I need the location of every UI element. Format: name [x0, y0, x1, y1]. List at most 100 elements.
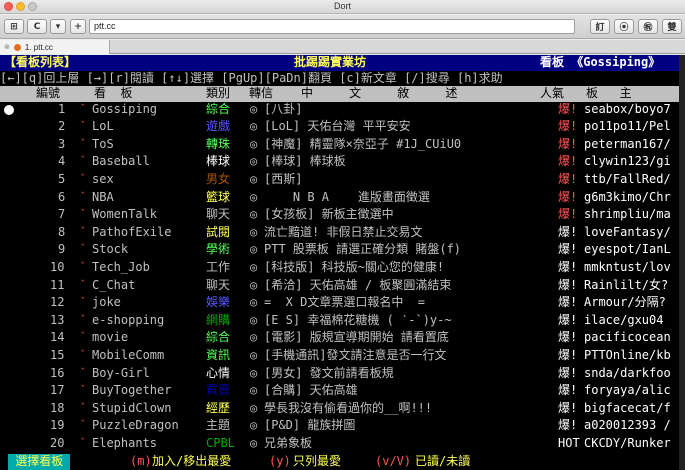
- unread-mark-icon: ˇ: [80, 279, 86, 290]
- board-row[interactable]: 9 ˇ Stock 學術 ◎ PTT 股票板 請選正確分類 賭盤(f) 爆! eyespot/…: [0, 242, 685, 258]
- address-input[interactable]: ptt.cc: [89, 19, 575, 34]
- board-row[interactable]: 7 ˇ WomenTalk 聊天 ◎ [女孩板] 新板主徵選中 爆! shrimpliu/ma: [0, 207, 685, 223]
- unread-mark-icon: ˇ: [80, 297, 86, 308]
- unread-mark-icon: ˇ: [80, 437, 86, 448]
- board-name: movie: [92, 330, 129, 345]
- board-description: N B A 進版畫面徵選: [264, 189, 430, 204]
- board-popularity: 爆!: [558, 136, 578, 151]
- board-popularity: 爆!: [558, 224, 578, 239]
- board-row[interactable]: 1 ˇ Gossiping 綜合 ◎ [八卦] 爆! seabox/boyo7: [0, 102, 685, 118]
- board-row[interactable]: 18 ˇ StupidClown 經歷 ◎ 學長我沒有偷看過你的__啊!!! 爆! bigfa…: [0, 401, 685, 417]
- board-row[interactable]: 11 ˇ C_Chat 聊天 ◎ [希洽] 天佑高雄 / 板聚圓滿結束 爆! Rainlilt…: [0, 278, 685, 294]
- board-popularity: 爆!: [558, 383, 578, 398]
- double-byte-icon[interactable]: 雙: [662, 19, 682, 34]
- board-row[interactable]: 6 ˇ NBA 籃球 ◎ N B A 進版畫面徵選 爆! g6m3kimo/Chr: [0, 190, 685, 206]
- board-description: [LoL] 天佑台灣 平平安安: [264, 119, 411, 134]
- board-row[interactable]: 10 ˇ Tech_Job 工作 ◎ [科技版] 科技版~關心您的健康! 爆! mmkntus…: [0, 260, 685, 276]
- board-moderator: a020012393 /: [584, 418, 671, 433]
- board-category: 資訊: [206, 347, 231, 362]
- col-description: 中 文 敘 述: [301, 86, 458, 100]
- col-board: 看 板: [94, 86, 133, 100]
- transfer-status-icon: ◎: [250, 418, 258, 433]
- board-number: 7: [58, 207, 66, 222]
- tab-close-icon[interactable]: ⊗: [4, 43, 10, 51]
- board-name: Boy-Girl: [92, 365, 150, 380]
- tab-ptt[interactable]: ⊗ 1. ptt.cc: [0, 40, 110, 54]
- board-popularity: 爆!: [558, 154, 578, 169]
- connect-icon[interactable]: ⊞: [4, 19, 24, 34]
- board-number: 18: [50, 400, 65, 415]
- board-row[interactable]: 8 ˇ PathofExile 試閱 ◎ 流亡黯道! 非假日禁止交易文 爆! loveFant…: [0, 225, 685, 241]
- board-description: 兄弟象板: [264, 435, 313, 450]
- unread-mark-icon: ˇ: [80, 138, 86, 149]
- board-number: 17: [50, 383, 65, 398]
- board-name: e-shopping: [92, 312, 165, 327]
- settings-icon[interactable]: ㊗: [638, 19, 658, 34]
- board-description: [希洽] 天佑高雄 / 板聚圓滿結束: [264, 277, 452, 292]
- key-help-line: [←][q]回上層 [→][r]閱讀 [↑↓]選擇 [PgUp][PaDn]翻頁…: [0, 71, 685, 87]
- board-moderator: foryaya/alic: [584, 383, 671, 398]
- col-num: 編號: [36, 86, 61, 100]
- board-row[interactable]: 2 ˇ LoL 遊戲 ◎ [LoL] 天佑台灣 平平安安 爆! po11po11/Pel: [0, 119, 685, 135]
- transfer-status-icon: ◎: [250, 365, 258, 380]
- board-row[interactable]: 15 ˇ MobileComm 資訊 ◎ [手機通訊]發文請注意是否一行文 爆! PTTOnl…: [0, 348, 685, 364]
- board-number: 20: [50, 435, 65, 450]
- unread-mark-icon: ˇ: [80, 173, 86, 184]
- board-moderator: pacificocean: [584, 330, 671, 345]
- board-popularity: 爆!: [558, 365, 578, 380]
- board-name: Stock: [92, 242, 129, 257]
- unread-mark-icon: ˇ: [80, 121, 86, 132]
- board-moderator: snda/darkfoo: [584, 365, 671, 380]
- board-number: 9: [58, 242, 66, 257]
- board-row[interactable]: 3 ˇ ToS 轉珠 ◎ [神魔] 精靈隊×奈亞子 #1J_CUiU0 爆! peterman…: [0, 137, 685, 153]
- footer-text-v: 已讀/未讀: [415, 454, 471, 468]
- board-number: 10: [50, 259, 65, 274]
- board-category: 棒球: [206, 154, 231, 169]
- new-tab-plus-icon[interactable]: +: [70, 19, 86, 34]
- unread-mark-icon: ˇ: [80, 226, 86, 237]
- unread-mark-icon: ˇ: [80, 314, 86, 325]
- board-description: [女孩板] 新板主徵選中: [264, 207, 394, 222]
- board-number: 2: [58, 119, 66, 134]
- window-title: Dort: [333, 1, 351, 11]
- board-category: 聊天: [206, 277, 231, 292]
- board-name: MobileComm: [92, 347, 165, 362]
- col-category: 類別: [206, 86, 231, 100]
- dropdown-chevron-icon[interactable]: ▾: [50, 19, 66, 34]
- board-number: 5: [58, 171, 66, 186]
- transfer-status-icon: ◎: [250, 101, 258, 116]
- emoticon-icon[interactable]: ⦿: [614, 19, 634, 34]
- board-moderator: shrimpliu/ma: [584, 207, 671, 222]
- board-row[interactable]: 4 ˇ Baseball 棒球 ◎ [棒球] 棒球板 爆! clywin123/gi: [0, 154, 685, 170]
- board-row[interactable]: 16 ˇ Boy-Girl 心情 ◎ [男女] 發文前請看板規 爆! snda/darkfoo: [0, 366, 685, 382]
- board-row[interactable]: 17 ˇ BuyTogether 買賣 ◎ [合購] 天佑高雄 爆! foryaya/alic: [0, 383, 685, 399]
- board-row[interactable]: 20 ˇ Elephants CPBL ◎ 兄弟象板 HOT CKCDY/Runker: [0, 436, 685, 452]
- board-moderator: bigfacecat/f: [584, 400, 671, 415]
- board-description: [科技版] 科技版~關心您的健康!: [264, 259, 445, 274]
- subscribe-icon[interactable]: 訂: [590, 19, 610, 34]
- terminal-screen[interactable]: 【看板列表】 批踢踢實業坊 看板 《Gossiping》 [←][q]回上層 […: [0, 55, 685, 470]
- board-row[interactable]: 19 ˇ PuzzleDragon 主題 ◎ [P&D] 龍族拼圖 爆! a020012393…: [0, 418, 685, 434]
- board-number: 14: [50, 330, 65, 345]
- board-popularity: 爆!: [558, 259, 578, 274]
- footer-key-v: (v/V): [375, 454, 412, 468]
- unread-mark-icon: ˇ: [80, 191, 86, 202]
- board-row[interactable]: 14 ˇ movie 綜合 ◎ [電影] 版規宣導期開始 請看置底 爆! pacificoce…: [0, 330, 685, 346]
- board-popularity: 爆!: [558, 312, 578, 327]
- board-row[interactable]: 5 ˇ sex 男女 ◎ [西斯] 爆! ttb/FallRed/: [0, 172, 685, 188]
- board-moderator: CKCDY/Runker: [584, 435, 671, 450]
- board-moderator: Armour/分隔?: [584, 295, 666, 310]
- board-moderator: ttb/FallRed/: [584, 171, 671, 186]
- board-row[interactable]: 13 ˇ e-shopping 網購 ◎ [E S] 幸福棉花糖機 ( ‵-`)y-~ 爆!…: [0, 313, 685, 329]
- reconnect-icon[interactable]: C: [27, 19, 47, 34]
- transfer-status-icon: ◎: [250, 189, 258, 204]
- terminal-scrollbar[interactable]: [679, 55, 685, 470]
- board-number: 12: [50, 295, 65, 310]
- header-site-name: 批踢踢實業坊: [294, 55, 367, 69]
- unread-mark-icon: ˇ: [80, 349, 86, 360]
- board-row[interactable]: 12 ˇ joke 娛樂 ◎ = X D文章票選口報名中 = 爆! Armour/分隔?: [0, 295, 685, 311]
- transfer-status-icon: ◎: [250, 119, 258, 134]
- toolbar: ⊞ C ▾ + ptt.cc 訂 ⦿ ㊗ 雙: [0, 15, 685, 39]
- board-popularity: 爆!: [558, 295, 578, 310]
- board-popularity: 爆!: [558, 242, 578, 257]
